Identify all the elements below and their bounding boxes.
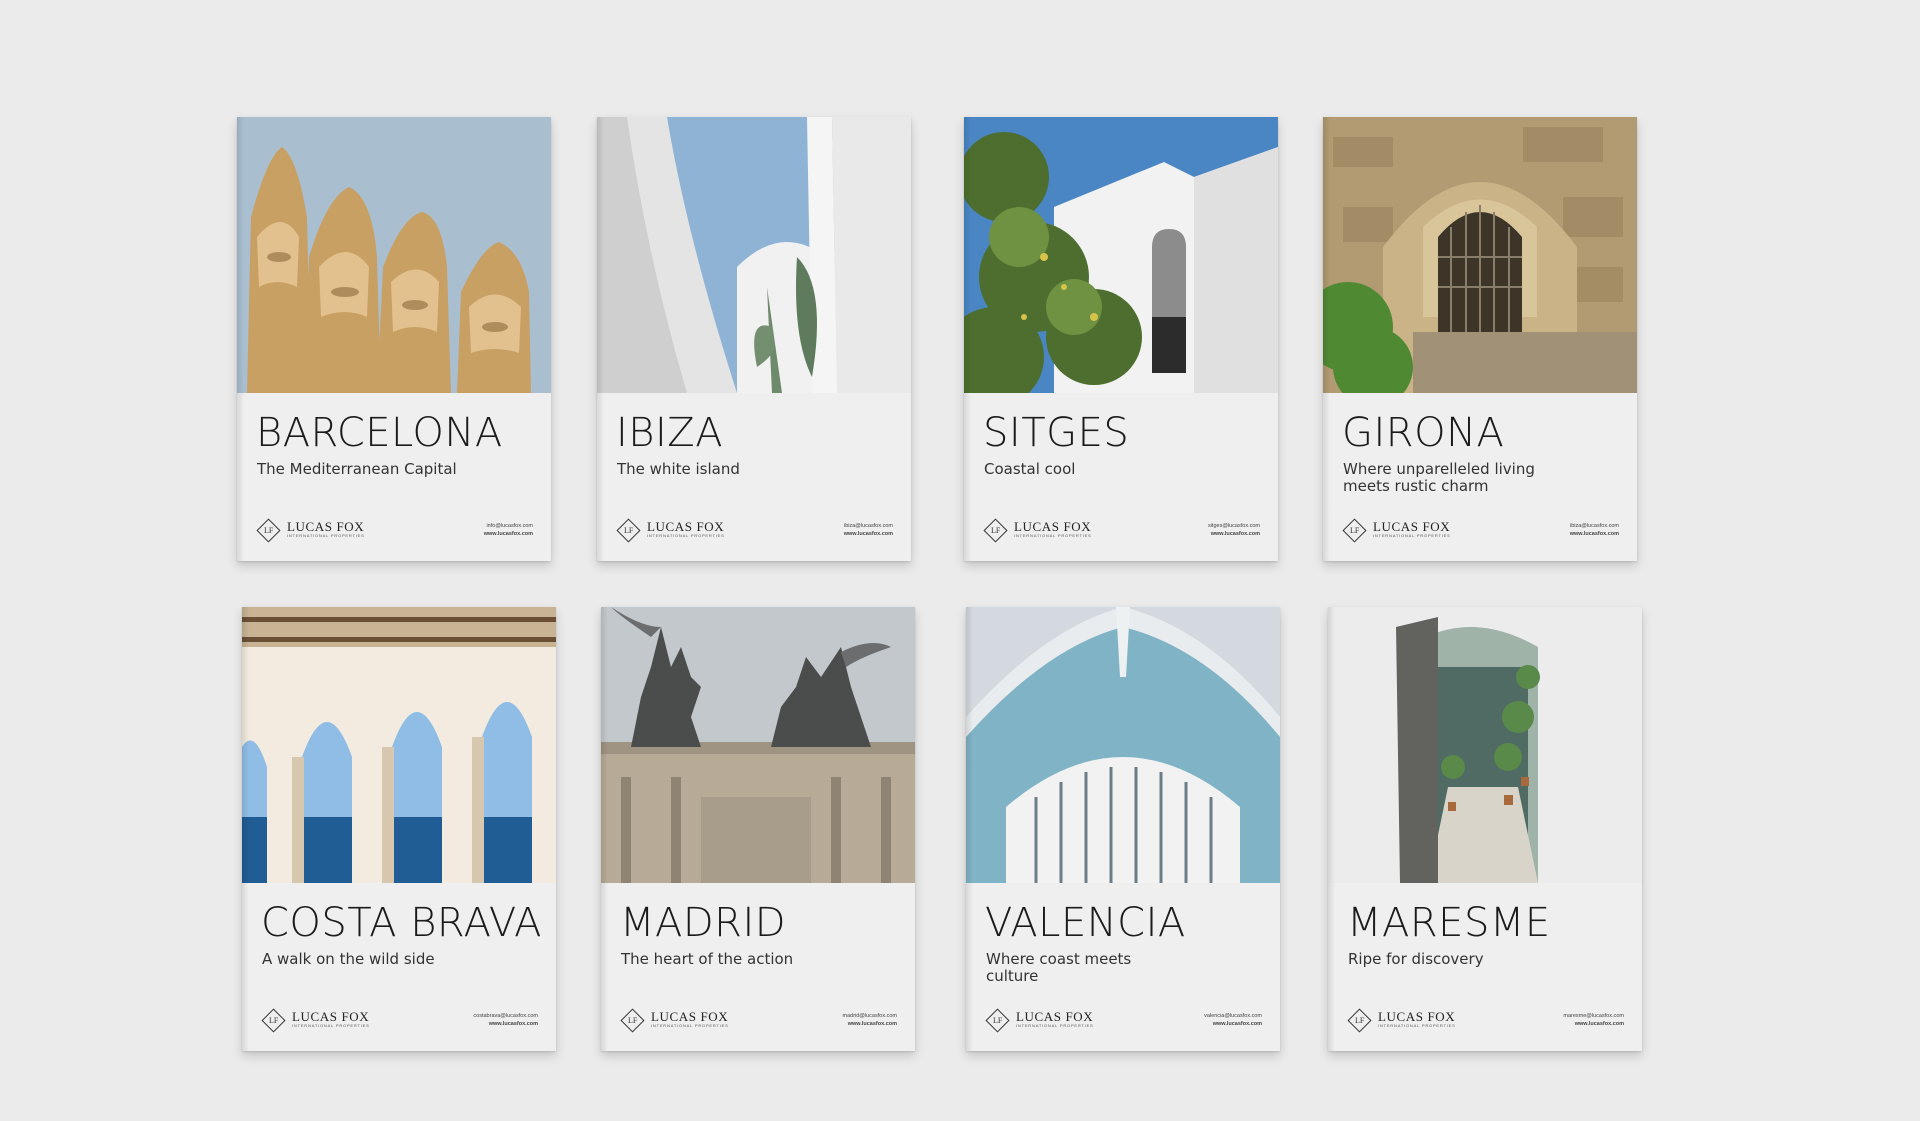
- contact-email: maresme@lucasfox.com: [1563, 1013, 1624, 1019]
- booklet-costa-brava: COSTA BRAVA A walk on the wild side LF L…: [242, 607, 556, 1051]
- booklet-title: BARCELONA: [256, 410, 503, 456]
- contact-website: www.lucasfox.com: [847, 1021, 897, 1027]
- sitges-photo: [964, 117, 1278, 393]
- contact-info: ibiza@lucasfox.com www.lucasfox.com: [844, 522, 893, 538]
- lucas-fox-logo: LF LUCAS FOX INTERNATIONAL PROPERTIES: [620, 1007, 729, 1033]
- contact-website: www.lucasfox.com: [488, 1021, 538, 1027]
- maresme-photo: [1328, 607, 1642, 883]
- booklet-title: MARESME: [1347, 900, 1551, 946]
- brand-name: LUCAS FOX: [1378, 1009, 1456, 1024]
- brand-tagline: INTERNATIONAL PROPERTIES: [292, 1023, 370, 1028]
- contact-website: www.lucasfox.com: [1569, 531, 1619, 537]
- contact-website: www.lucasfox.com: [1212, 1021, 1262, 1027]
- brand-tagline: INTERNATIONAL PROPERTIES: [1378, 1023, 1456, 1028]
- brand-name: LUCAS FOX: [1014, 519, 1092, 534]
- lucas-fox-logo: LF LUCAS FOX INTERNATIONAL PROPERTIES: [983, 517, 1092, 543]
- brand-name: LUCAS FOX: [1373, 519, 1451, 534]
- booklet-madrid: MADRID The heart of the action LF LUCAS …: [601, 607, 915, 1051]
- contact-info: costabrava@lucasfox.com www.lucasfox.com: [473, 1012, 538, 1028]
- booklet-ibiza: IBIZA The white island LF LUCAS FOX INTE…: [597, 117, 911, 561]
- contact-website: www.lucasfox.com: [483, 531, 533, 537]
- booklet-subtitle: A walk on the wild side: [262, 950, 435, 968]
- girona-photo: [1323, 117, 1637, 393]
- brand-tagline: INTERNATIONAL PROPERTIES: [1016, 1023, 1094, 1028]
- contact-info: ibiza@lucasfox.com www.lucasfox.com: [1570, 522, 1619, 538]
- contact-website: www.lucasfox.com: [843, 531, 893, 537]
- lucas-fox-logo: LF LUCAS FOX INTERNATIONAL PROPERTIES: [256, 517, 365, 543]
- contact-email: ibiza@lucasfox.com: [1570, 523, 1619, 529]
- lucas-fox-logo: LF LUCAS FOX INTERNATIONAL PROPERTIES: [985, 1007, 1094, 1033]
- booklet-valencia: VALENCIA Where coast meets culture LF LU…: [966, 607, 1280, 1051]
- contact-info: info@lucasfox.com www.lucasfox.com: [484, 522, 533, 538]
- booklet-subtitle: Coastal cool: [984, 460, 1076, 478]
- booklet-barcelona: BARCELONA The Mediterranean Capital LF L…: [237, 117, 551, 561]
- brand-tagline: INTERNATIONAL PROPERTIES: [1373, 533, 1451, 538]
- contact-email: ibiza@lucasfox.com: [844, 523, 893, 529]
- booklet-subtitle: The heart of the action: [621, 950, 794, 968]
- booklet-title: GIRONA: [1342, 410, 1505, 456]
- diamond-logo-icon: LF: [983, 517, 1008, 543]
- booklet-sitges: SITGES Coastal cool LF LUCAS FOX INTERNA…: [964, 117, 1278, 561]
- booklet-maresme: MARESME Ripe for discovery LF LUCAS FOX …: [1328, 607, 1642, 1051]
- barcelona-photo: [237, 117, 551, 393]
- lucas-fox-logo: LF LUCAS FOX INTERNATIONAL PROPERTIES: [261, 1007, 370, 1033]
- lucas-fox-logo: LF LUCAS FOX INTERNATIONAL PROPERTIES: [1347, 1007, 1456, 1033]
- diamond-logo-icon: LF: [1347, 1007, 1372, 1033]
- booklet-title: VALENCIA: [985, 900, 1186, 946]
- brand-tagline: INTERNATIONAL PROPERTIES: [647, 533, 725, 538]
- diamond-logo-icon: LF: [985, 1007, 1010, 1033]
- lucas-fox-logo: LF LUCAS FOX INTERNATIONAL PROPERTIES: [1342, 517, 1451, 543]
- lucas-fox-logo: LF LUCAS FOX INTERNATIONAL PROPERTIES: [616, 517, 725, 543]
- contact-email: valencia@lucasfox.com: [1204, 1013, 1262, 1019]
- diamond-logo-icon: LF: [261, 1007, 286, 1033]
- contact-website: www.lucasfox.com: [1210, 531, 1260, 537]
- contact-info: maresme@lucasfox.com www.lucasfox.com: [1563, 1012, 1624, 1028]
- diamond-logo-icon: LF: [616, 517, 641, 543]
- booklet-subtitle: Where unparelleled living meets rustic c…: [1343, 460, 1535, 495]
- contact-info: valencia@lucasfox.com www.lucasfox.com: [1204, 1012, 1262, 1028]
- booklet-title: COSTA BRAVA: [261, 900, 543, 946]
- diamond-logo-icon: LF: [1342, 517, 1367, 543]
- diamond-logo-icon: LF: [620, 1007, 645, 1033]
- brand-tagline: INTERNATIONAL PROPERTIES: [1014, 533, 1092, 538]
- contact-email: costabrava@lucasfox.com: [473, 1013, 538, 1019]
- diamond-logo-icon: LF: [256, 517, 281, 543]
- costa-brava-photo: [242, 607, 556, 883]
- booklet-subtitle: The Mediterranean Capital: [257, 460, 457, 478]
- contact-info: sitges@lucasfox.com www.lucasfox.com: [1208, 522, 1260, 538]
- brand-tagline: INTERNATIONAL PROPERTIES: [651, 1023, 729, 1028]
- madrid-photo: [601, 607, 915, 883]
- contact-info: madrid@lucasfox.com www.lucasfox.com: [843, 1012, 898, 1028]
- brand-name: LUCAS FOX: [292, 1009, 370, 1024]
- contact-email: sitges@lucasfox.com: [1207, 523, 1260, 529]
- booklet-subtitle: Where coast meets culture: [986, 950, 1132, 985]
- contact-website: www.lucasfox.com: [1574, 1021, 1624, 1027]
- valencia-photo: [966, 607, 1280, 883]
- booklet-title: IBIZA: [616, 410, 724, 456]
- booklet-title: SITGES: [983, 410, 1130, 456]
- brand-name: LUCAS FOX: [647, 519, 725, 534]
- ibiza-photo: [597, 117, 911, 393]
- booklet-subtitle: Ripe for discovery: [1348, 950, 1484, 968]
- contact-email: info@lucasfox.com: [486, 523, 533, 529]
- brand-tagline: INTERNATIONAL PROPERTIES: [287, 533, 365, 538]
- booklet-girona: GIRONA Where unparelleled living meets r…: [1323, 117, 1637, 561]
- contact-email: madrid@lucasfox.com: [842, 1013, 898, 1019]
- booklet-title: MADRID: [620, 900, 787, 946]
- booklet-subtitle: The white island: [617, 460, 740, 478]
- brand-name: LUCAS FOX: [287, 519, 365, 534]
- brand-name: LUCAS FOX: [1016, 1009, 1094, 1024]
- brand-name: LUCAS FOX: [651, 1009, 729, 1024]
